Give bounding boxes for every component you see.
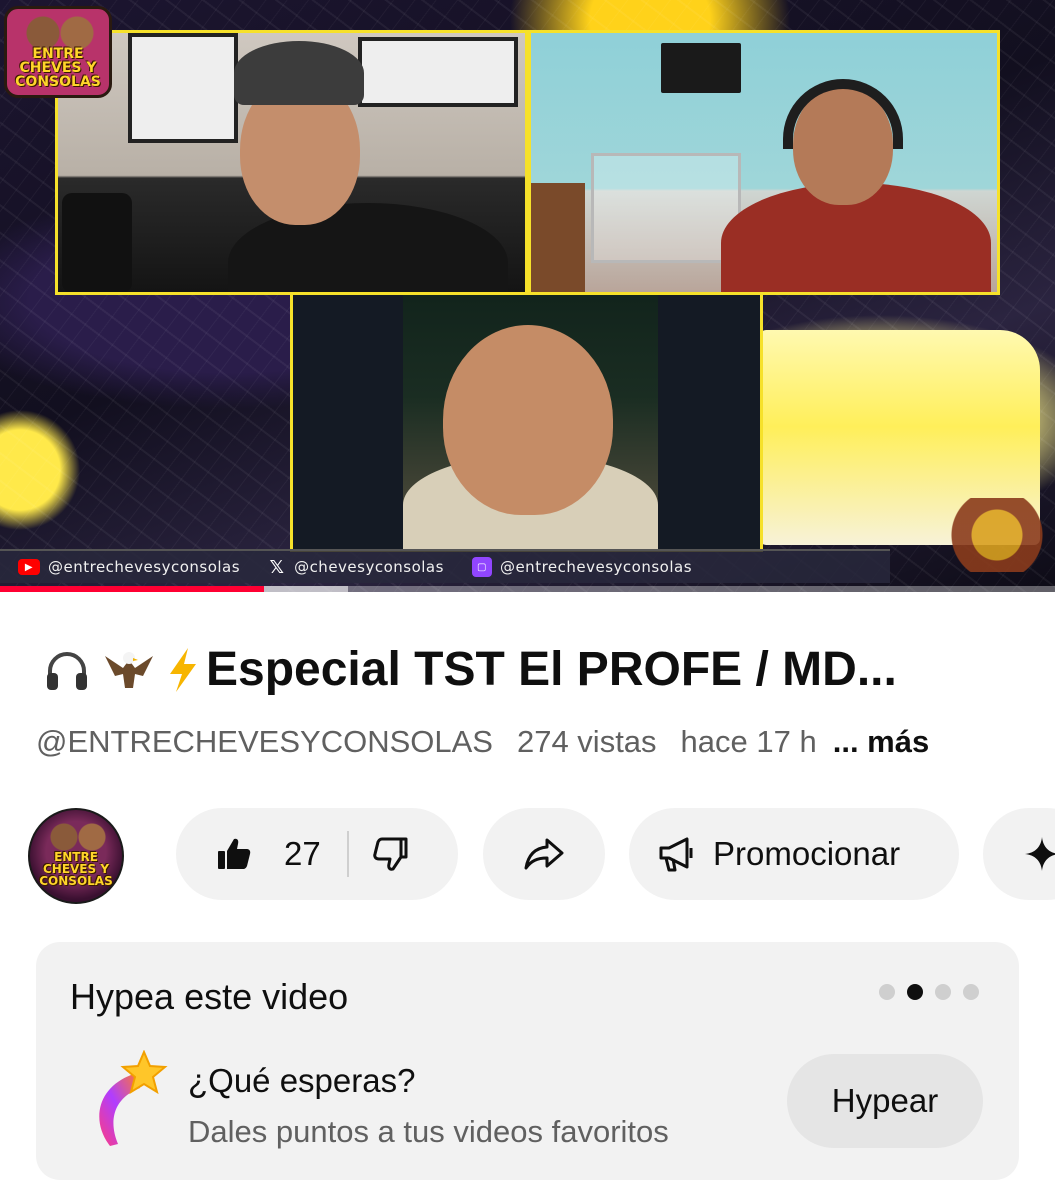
avatar-logo-text: ENTRE CHEVES Y CONSOLAS	[39, 850, 113, 888]
social-handles-bar: ▶ @entrechevesyconsolas 𝕏 @chevesyconsol…	[0, 549, 890, 583]
social-handle: @entrechevesyconsolas	[48, 558, 241, 576]
guest-background	[403, 295, 658, 549]
camera-feed-host-right	[528, 30, 1000, 295]
social-x: 𝕏 @chevesyconsolas	[268, 556, 444, 578]
headphones-icon	[36, 640, 98, 700]
social-handle: @chevesyconsolas	[294, 558, 444, 576]
channel-avatar[interactable]: ENTRE CHEVES Y CONSOLAS	[28, 808, 124, 904]
twitch-icon: ▢	[471, 557, 492, 577]
hype-card: Hypea este video ¿Qué esperas? Dales pun…	[36, 942, 1019, 1180]
hype-question: ¿Qué esperas?	[188, 1062, 416, 1099]
hype-subtitle: Dales puntos a tus videos favoritos	[188, 1114, 669, 1149]
social-twitch: ▢ @entrechevesyconsolas	[471, 557, 693, 577]
hype-button[interactable]: Hypear	[787, 1054, 983, 1148]
sparkle-icon	[1025, 837, 1055, 871]
carousel-dot	[963, 984, 979, 1000]
promote-label: Promocionar	[713, 835, 901, 872]
carousel-dot	[935, 984, 951, 1000]
share-icon	[523, 836, 565, 872]
dislike-button[interactable]	[349, 808, 437, 900]
hype-title: Hypea este video	[70, 976, 349, 1017]
shooting-star-icon	[88, 1050, 168, 1150]
camera-feed-guest	[290, 292, 763, 552]
video-meta-row[interactable]: @ENTRECHEVESYCONSOLAS 274 vistas hace 17…	[36, 724, 1036, 760]
share-button[interactable]	[483, 808, 605, 900]
carousel-dots	[879, 984, 979, 1000]
youtube-icon: ▶	[18, 559, 40, 575]
avatar-faces	[48, 822, 108, 852]
social-handle: @entrechevesyconsolas	[499, 558, 693, 576]
megaphone-icon	[657, 835, 697, 873]
microphone	[62, 193, 132, 292]
ask-ai-button[interactable]	[983, 808, 1055, 900]
person-cap	[234, 41, 364, 105]
eagle-icon	[98, 640, 160, 700]
wall-poster	[358, 37, 518, 107]
promote-button[interactable]: Promocionar	[629, 808, 959, 900]
like-button[interactable]: 27	[176, 808, 321, 900]
more-link[interactable]: ... más	[833, 724, 930, 760]
view-count: 274 vistas	[516, 724, 657, 759]
x-icon: 𝕏	[269, 556, 285, 578]
video-title-text: Especial TST El PROFE / MD...	[206, 643, 897, 696]
carousel-dot	[907, 984, 923, 1000]
corner-graffiti-logo	[947, 498, 1047, 572]
lightning-icon	[160, 640, 206, 700]
like-dislike-group: 27	[176, 808, 458, 900]
upload-time: hace 17 h	[680, 724, 817, 759]
video-title[interactable]: Especial TST El PROFE / MD...	[36, 640, 1036, 700]
video-details-panel: Especial TST El PROFE / MD... @ENTRECHEV…	[0, 592, 1055, 1200]
playpen	[591, 153, 741, 263]
social-youtube: ▶ @entrechevesyconsolas	[18, 558, 240, 576]
like-count: 27	[284, 835, 321, 872]
thumbs-down-icon	[371, 835, 409, 873]
action-row: ENTRE CHEVES Y CONSOLAS 27 Promocionar	[0, 804, 1055, 904]
thumbs-up-icon	[216, 836, 252, 872]
carousel-dot	[879, 984, 895, 1000]
channel-handle[interactable]: @ENTRECHEVESYCONSOLAS	[36, 724, 493, 760]
person-face	[443, 325, 613, 515]
logo-text: ENTRE CHEVES Y CONSOLAS	[15, 46, 101, 90]
camera-feed-host-left	[55, 30, 528, 295]
video-player[interactable]: ENTRE CHEVES Y CONSOLAS ▶ @entrechevesyc…	[0, 0, 1055, 592]
wall-poster	[128, 33, 238, 143]
channel-logo: ENTRE CHEVES Y CONSOLAS	[4, 6, 112, 98]
wall-tv	[661, 43, 741, 93]
headset	[783, 79, 903, 149]
dresser	[531, 183, 585, 292]
